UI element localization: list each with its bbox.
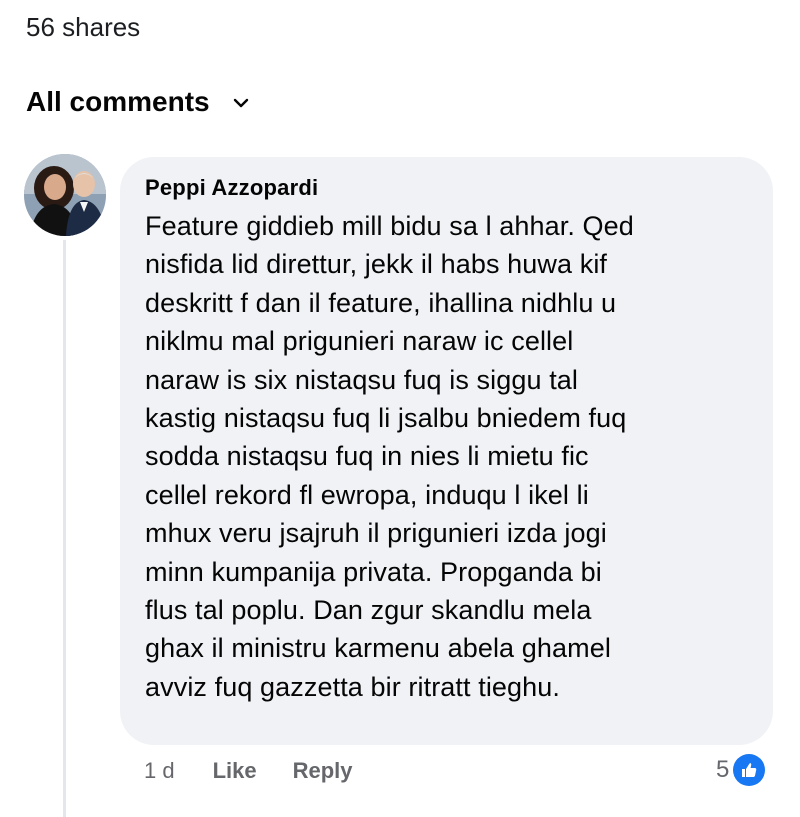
reaction-summary[interactable]: 5 [716,754,766,786]
comment-actions: 1 d Like Reply [144,758,389,784]
like-button[interactable]: Like [213,758,257,784]
chevron-down-icon [233,98,248,108]
sort-label: All comments [26,86,210,117]
reaction-count: 5 [716,756,730,783]
comment-timestamp[interactable]: 1 d [144,758,175,784]
avatar[interactable] [24,154,106,236]
thread-line [63,240,66,817]
comment-text: Feature giddieb mill bidu sa l ahhar. Qe… [145,211,634,702]
comment-author[interactable]: Peppi Azzopardi [145,175,753,201]
shares-count[interactable]: 56 shares [26,12,140,43]
reply-button[interactable]: Reply [293,758,353,784]
comment-sort-dropdown[interactable]: All comments [26,86,250,118]
comment-bubble: Peppi Azzopardi Feature giddieb mill bid… [120,157,773,745]
avatar-photo [24,154,106,236]
thumbs-up-icon [733,754,766,786]
